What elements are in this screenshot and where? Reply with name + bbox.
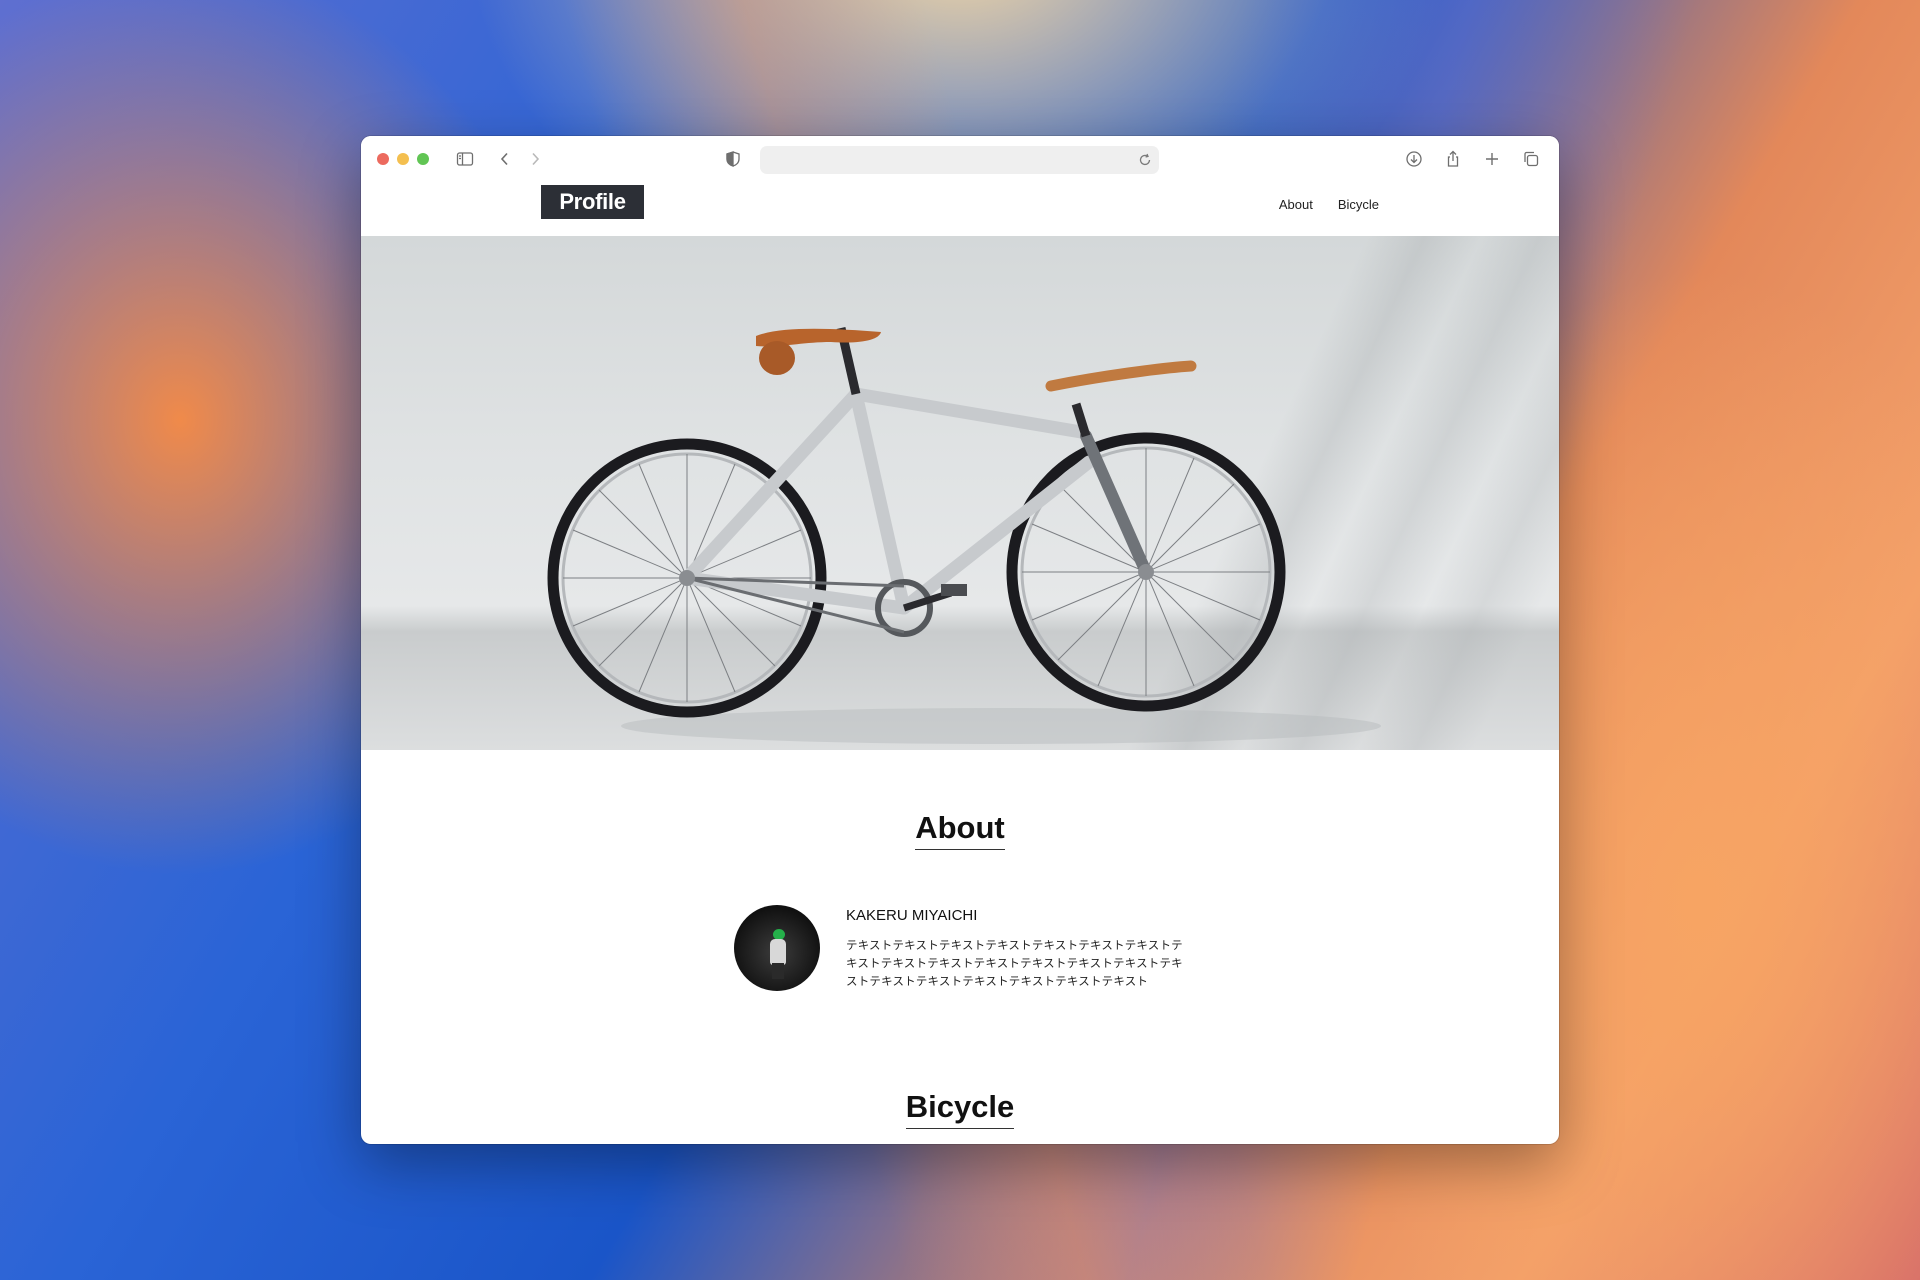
maximize-window-button[interactable] xyxy=(417,153,429,165)
nav-link-about[interactable]: About xyxy=(1279,197,1313,212)
nav-link-bicycle[interactable]: Bicycle xyxy=(1338,197,1379,212)
bicycle-illustration xyxy=(547,327,1381,744)
address-bar[interactable] xyxy=(760,146,1159,174)
about-section-title: About xyxy=(361,810,1559,850)
minimize-window-button[interactable] xyxy=(397,153,409,165)
download-icon[interactable] xyxy=(1400,145,1428,173)
reload-icon[interactable] xyxy=(1137,152,1153,168)
new-tab-icon[interactable] xyxy=(1478,145,1506,173)
share-icon[interactable] xyxy=(1439,145,1467,173)
browser-toolbar xyxy=(361,136,1559,182)
sidebar-icon[interactable] xyxy=(451,145,479,173)
profile-card: KAKERU MIYAICHI テキストテキストテキストテキストテキストテキスト… xyxy=(734,905,1191,991)
window-controls xyxy=(377,153,429,165)
site-nav: About Bicycle xyxy=(1279,182,1379,226)
tabs-overview-icon[interactable] xyxy=(1517,145,1545,173)
forward-icon[interactable] xyxy=(521,145,549,173)
bicycle-section-title: Bicycle xyxy=(361,1089,1559,1129)
close-window-button[interactable] xyxy=(377,153,389,165)
site-logo[interactable]: Profile xyxy=(541,185,644,219)
avatar xyxy=(734,905,820,991)
shield-icon[interactable] xyxy=(719,145,747,173)
toolbar-right-actions xyxy=(1400,145,1545,173)
url-input[interactable] xyxy=(770,150,1130,170)
back-icon[interactable] xyxy=(491,145,519,173)
profile-bio: テキストテキストテキストテキストテキストテキストテキストテキストテキストテキスト… xyxy=(846,938,1183,988)
hero-image xyxy=(361,236,1559,750)
browser-window: Profile About Bicycle About KAKERU MIYAI… xyxy=(361,136,1559,1144)
site-header: Profile About Bicycle xyxy=(361,182,1559,236)
profile-name: KAKERU MIYAICHI xyxy=(846,907,978,924)
